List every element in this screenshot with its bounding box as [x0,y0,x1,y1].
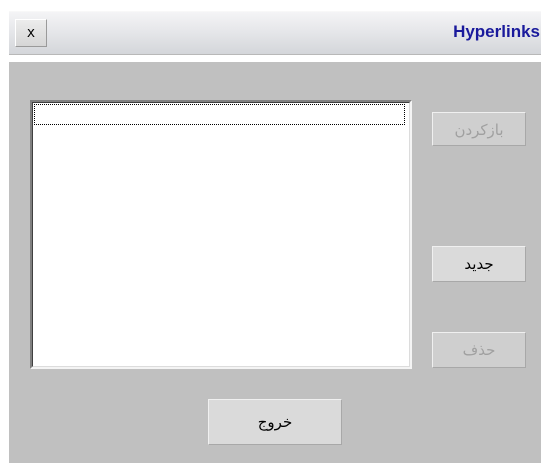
hyperlinks-listbox[interactable] [30,100,412,369]
open-button[interactable]: بازکردن [432,112,526,146]
list-focus-row[interactable] [34,104,405,125]
listbox-frame [32,102,410,367]
exit-button[interactable]: خروج [208,399,342,445]
window-title: Hyperlinks [453,22,540,41]
hyperlinks-dialog: x Hyperlinks بازکردن جدید حذف خروج [9,0,541,463]
delete-button[interactable]: حذف [432,332,526,368]
close-button[interactable]: x [15,19,47,47]
new-button[interactable]: جدید [432,246,526,282]
title-bar: x Hyperlinks [9,0,541,62]
